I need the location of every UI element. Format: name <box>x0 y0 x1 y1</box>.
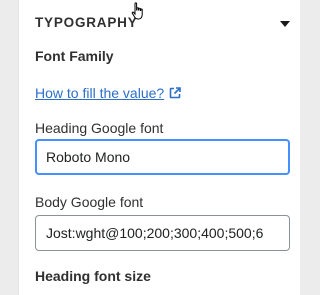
typography-section-header[interactable]: TYPOGRAPHY <box>19 0 301 44</box>
help-link-label: How to fill the value? <box>35 85 165 101</box>
heading-font-size-label: Heading font size <box>35 268 151 284</box>
body-font-value: Jost:wght@100;200;300;400;500;6 <box>46 225 264 241</box>
body-font-input[interactable]: Jost:wght@100;200;300;400;500;6 <box>35 215 290 251</box>
section-title: TYPOGRAPHY <box>35 14 138 30</box>
font-family-heading: Font Family <box>35 48 114 64</box>
body-font-label: Body Google font <box>35 194 144 210</box>
heading-font-value: Roboto Mono <box>46 149 131 165</box>
chevron-down-icon[interactable] <box>280 21 290 27</box>
heading-font-input[interactable]: Roboto Mono <box>35 139 290 175</box>
heading-font-label: Heading Google font <box>35 120 164 136</box>
hand-pointer-icon <box>131 2 143 20</box>
settings-panel: TYPOGRAPHY Font Family How to fill the v… <box>18 0 300 295</box>
scroll-gutter <box>0 0 18 295</box>
external-link-icon <box>169 87 181 99</box>
help-link[interactable]: How to fill the value? <box>35 85 181 101</box>
